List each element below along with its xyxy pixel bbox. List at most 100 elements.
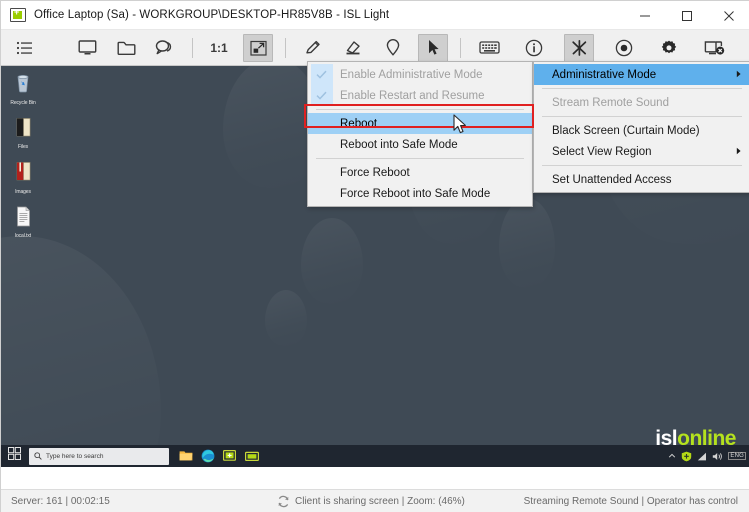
toolbar-separator	[192, 38, 193, 58]
status-bar: Server: 161 | 00:02:15 Client is sharing…	[1, 489, 749, 512]
wallpaper-bubble	[301, 218, 363, 304]
menu-separator	[542, 165, 742, 166]
language-indicator[interactable]: ENG	[728, 452, 746, 460]
menu-separator	[542, 116, 742, 117]
chevron-right-icon	[736, 146, 742, 158]
status-server-info: Server: 161 | 00:02:15	[11, 496, 110, 507]
toolbar-separator	[460, 38, 461, 58]
menu-item-enable-restart-and-resume[interactable]: Enable Restart and Resume	[308, 85, 532, 106]
hamburger-list-icon	[16, 40, 34, 56]
monitor-close-icon	[704, 39, 725, 56]
sync-arrows-icon	[277, 495, 290, 508]
select-cursor-button[interactable]	[418, 34, 448, 62]
desktop-icon-recycle-bin[interactable]: Recycle Bin	[1, 68, 45, 106]
windows-start-icon	[8, 447, 21, 465]
menu-item-label: Reboot into Safe Mode	[334, 139, 520, 151]
eraser-icon	[344, 39, 362, 56]
edge-icon[interactable]	[201, 449, 215, 463]
title-bar: Office Laptop (Sa) - WORKGROUP\DESKTOP-H…	[1, 1, 749, 30]
draw-button[interactable]	[298, 34, 328, 62]
pencil-icon	[304, 39, 322, 56]
speaker-icon[interactable]	[712, 452, 723, 461]
isl-light-window: Office Laptop (Sa) - WORKGROUP\DESKTOP-H…	[0, 0, 749, 512]
folder-icon	[117, 40, 136, 56]
taskbar-app-list	[179, 449, 259, 463]
status-bar-area: Server: 161 | 00:02:15 Client is sharing…	[1, 467, 749, 512]
tools-button[interactable]	[564, 34, 594, 62]
checkmark-icon	[308, 64, 334, 85]
menu-item-label: Stream Remote Sound	[552, 97, 738, 109]
menu-separator	[316, 158, 524, 159]
checkmark-icon	[308, 85, 334, 106]
file-transfer-button[interactable]	[111, 34, 141, 62]
settings-button[interactable]	[654, 34, 684, 62]
toolbar-separator	[285, 38, 286, 58]
isl-light-green-icon[interactable]	[223, 449, 237, 463]
scale-arrow-icon	[250, 40, 267, 56]
chat-button[interactable]	[150, 34, 180, 62]
chevron-right-icon	[736, 69, 742, 81]
disconnect-button[interactable]	[699, 34, 729, 62]
menu-item-label: Force Reboot into Safe Mode	[334, 188, 520, 200]
network-icon[interactable]	[697, 452, 707, 461]
fit-to-window-button[interactable]	[243, 34, 273, 62]
close-button[interactable]	[708, 1, 749, 30]
taskbar-search-input[interactable]: Type here to search	[29, 448, 169, 465]
menu-item-label: Reboot	[334, 118, 520, 130]
wallpaper-bubble	[499, 198, 555, 288]
menu-item-label: Select View Region	[552, 146, 738, 158]
menu-item-force-reboot[interactable]: Force Reboot	[308, 162, 532, 183]
monitor-icon	[78, 39, 97, 56]
menu-item-label: Black Screen (Curtain Mode)	[552, 125, 738, 137]
desktop-icon-images[interactable]: Images	[1, 157, 45, 195]
on-screen-keyboard-button[interactable]	[474, 34, 504, 62]
text-file-icon	[15, 206, 32, 232]
record-session-button[interactable]	[609, 34, 639, 62]
wallpaper-bubble	[265, 290, 307, 346]
desktop-icon-label: Files	[18, 144, 28, 150]
record-circle-icon	[615, 39, 633, 57]
menu-list-button[interactable]	[10, 34, 40, 62]
pointer-marker-button[interactable]	[378, 34, 408, 62]
isl-shield-icon[interactable]	[681, 451, 692, 462]
menu-item-enable-administrative-mode[interactable]: Enable Administrative Mode	[308, 64, 532, 85]
menu-separator	[542, 88, 742, 89]
recycle-bin-icon	[13, 72, 33, 98]
windows-start-button[interactable]	[1, 445, 27, 467]
menu-item-label: Force Reboot	[334, 167, 520, 179]
desktop-icon-local-txt[interactable]: local.txt	[1, 202, 45, 240]
tools-menu: Administrative Mode Stream Remote Sound …	[533, 61, 749, 193]
actual-size-label: 1:1	[210, 41, 227, 55]
isl-light-icon	[10, 8, 26, 22]
erase-button[interactable]	[338, 34, 368, 62]
folder-black-icon	[14, 117, 33, 143]
monitor-button[interactable]	[72, 34, 102, 62]
tools-wrench-icon	[570, 39, 589, 57]
windows-taskbar: Type here to search	[1, 445, 749, 467]
gear-icon	[660, 39, 678, 57]
chevron-up-icon[interactable]	[668, 452, 676, 460]
menu-item-set-unattended-access[interactable]: Set Unattended Access	[534, 169, 749, 190]
desktop-icon-label: Recycle Bin	[10, 100, 35, 106]
minimize-button[interactable]	[624, 1, 666, 30]
file-explorer-icon[interactable]	[179, 449, 193, 463]
menu-item-stream-remote-sound[interactable]: Stream Remote Sound	[534, 92, 749, 113]
menu-separator	[316, 109, 524, 110]
menu-item-label: Administrative Mode	[552, 69, 738, 81]
isl-alwayson-icon[interactable]	[245, 449, 259, 463]
folder-red-icon	[14, 161, 33, 187]
menu-item-reboot-into-safe-mode[interactable]: Reboot into Safe Mode	[308, 134, 532, 155]
window-controls	[624, 1, 749, 30]
session-info-button[interactable]	[519, 34, 549, 62]
pin-marker-icon	[385, 39, 401, 57]
system-tray: ENG	[668, 445, 746, 467]
search-icon	[34, 447, 42, 465]
menu-item-black-screen-curtain-mode[interactable]: Black Screen (Curtain Mode)	[534, 120, 749, 141]
desktop-icon-files[interactable]: Files	[1, 113, 45, 151]
menu-item-reboot[interactable]: Reboot	[308, 113, 532, 134]
actual-size-button[interactable]: 1:1	[205, 34, 233, 62]
menu-item-force-reboot-into-safe-mode[interactable]: Force Reboot into Safe Mode	[308, 183, 532, 204]
maximize-button[interactable]	[666, 1, 708, 30]
menu-item-select-view-region[interactable]: Select View Region	[534, 141, 749, 162]
menu-item-administrative-mode[interactable]: Administrative Mode	[534, 64, 749, 85]
